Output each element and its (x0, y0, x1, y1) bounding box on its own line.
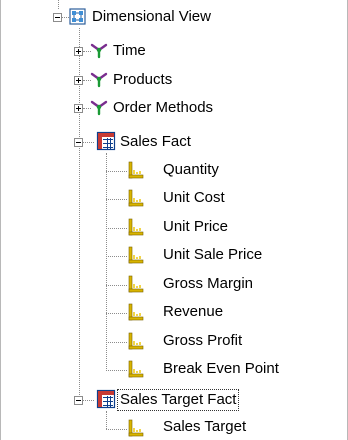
measure-label-gross-profit[interactable]: Gross Profit (163, 331, 242, 351)
measure-icon (128, 419, 144, 437)
fact-table-icon (96, 389, 116, 409)
fact-label-sales-target[interactable]: Sales Target Fact (116, 389, 240, 411)
dimension-icon (90, 100, 108, 116)
tree-line (106, 313, 127, 314)
tree-line (106, 256, 127, 257)
sales-target-fact-expander[interactable] (74, 396, 83, 405)
dimension-icon (90, 43, 108, 59)
measure-label-break-even-point[interactable]: Break Even Point (163, 359, 279, 379)
tree-line (106, 199, 127, 200)
dimension-label-order-methods[interactable]: Order Methods (113, 98, 213, 118)
measure-label-gross-margin[interactable]: Gross Margin (163, 274, 253, 294)
measure-label-sales-target[interactable]: Sales Target (163, 417, 246, 437)
products-expander[interactable] (74, 76, 83, 85)
measure-label-unit-cost[interactable]: Unit Cost (163, 188, 225, 208)
tree-line (58, 0, 59, 9)
measure-label-revenue[interactable]: Revenue (163, 302, 223, 322)
measure-icon (128, 246, 144, 264)
dimension-label-time[interactable]: Time (113, 41, 146, 61)
fact-label-sales[interactable]: Sales Fact (120, 132, 191, 152)
measure-icon (128, 360, 144, 378)
measure-icon (128, 332, 144, 350)
measure-label-unit-price[interactable]: Unit Price (163, 217, 228, 237)
tree-line (106, 153, 107, 371)
order-methods-expander[interactable] (74, 104, 83, 113)
tree-line (83, 142, 94, 143)
measure-icon (128, 161, 144, 179)
tree-line (106, 285, 127, 286)
tree-line (106, 171, 127, 172)
measure-icon (128, 189, 144, 207)
tree-line (83, 400, 94, 401)
dimension-icon (90, 72, 108, 88)
root-expander[interactable] (53, 13, 62, 22)
root-label[interactable]: Dimensional View (92, 7, 211, 27)
measure-icon (128, 275, 144, 293)
tree-line (106, 411, 107, 429)
time-expander[interactable] (74, 47, 83, 56)
fact-table-icon (96, 131, 116, 151)
sales-fact-expander[interactable] (74, 138, 83, 147)
dimension-label-products[interactable]: Products (113, 70, 172, 90)
tree-line (106, 370, 127, 371)
measure-icon (128, 303, 144, 321)
measure-label-unit-sale-price[interactable]: Unit Sale Price (163, 245, 262, 265)
measure-label-quantity[interactable]: Quantity (163, 160, 219, 180)
tree-line (106, 228, 127, 229)
dimensional-view-icon (69, 8, 86, 25)
dimensional-view-tree: Dimensional View Time Products Order Met… (0, 0, 348, 440)
tree-line (106, 342, 127, 343)
tree-line (106, 429, 127, 430)
measure-icon (128, 218, 144, 236)
